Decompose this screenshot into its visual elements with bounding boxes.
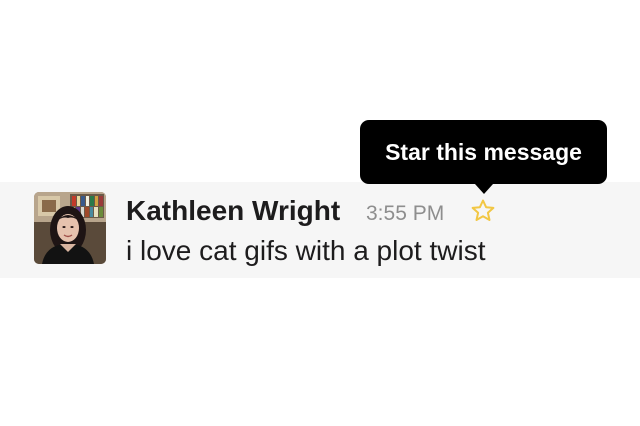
message-row[interactable]: Kathleen Wright 3:55 PM i love cat gifs … [0, 182, 640, 278]
star-outline-icon [471, 199, 495, 221]
message-pane: Kathleen Wright 3:55 PM i love cat gifs … [0, 0, 640, 426]
tooltip-text: Star this message [385, 139, 582, 165]
tooltip-arrow [475, 184, 493, 194]
sender-name[interactable]: Kathleen Wright [126, 194, 340, 228]
avatar-photo [34, 192, 106, 264]
message-text: i love cat gifs with a plot twist [126, 235, 486, 266]
message-timestamp[interactable]: 3:55 PM [366, 200, 444, 228]
star-message-button[interactable] [470, 198, 496, 224]
avatar[interactable] [34, 192, 106, 264]
star-tooltip: Star this message [360, 120, 607, 194]
